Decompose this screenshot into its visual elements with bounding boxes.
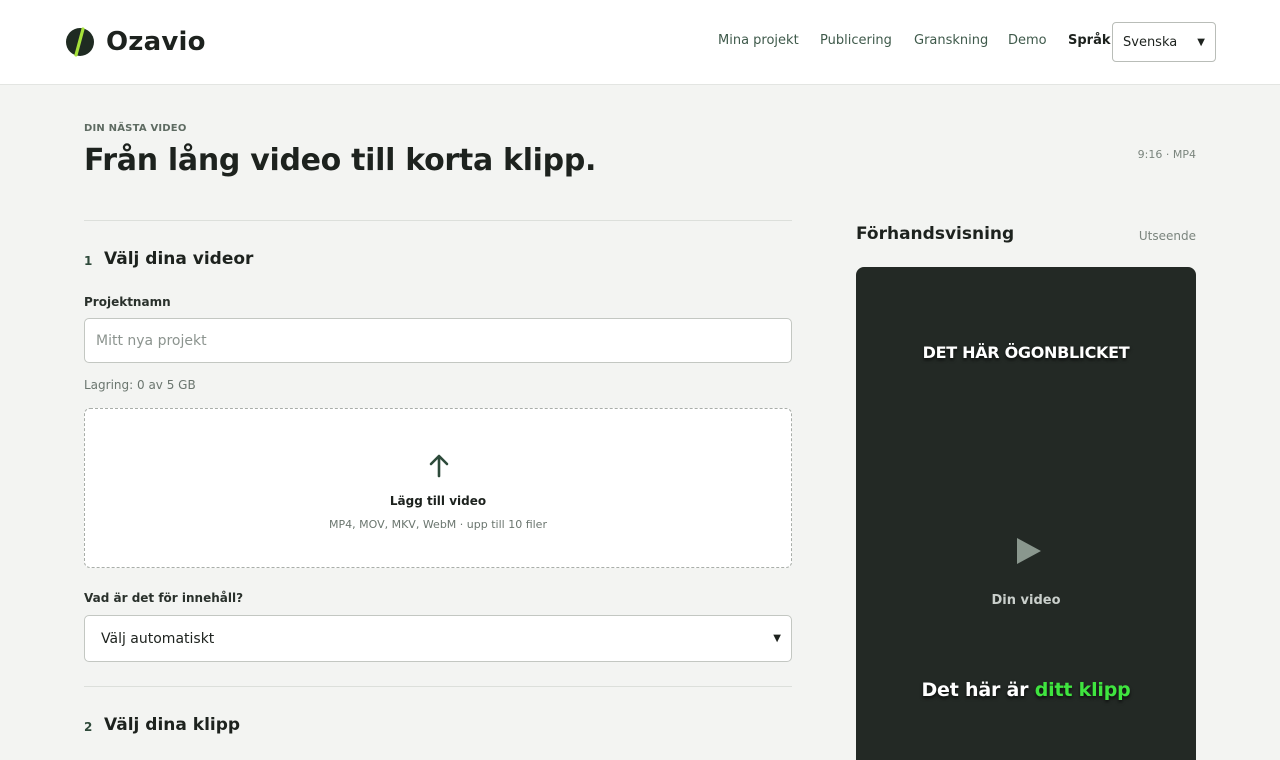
section-divider bbox=[84, 686, 792, 687]
language-label: Språk bbox=[1068, 33, 1111, 48]
page-eyebrow: DIN NÄSTA VIDEO bbox=[84, 123, 187, 134]
logo-icon bbox=[66, 27, 94, 57]
chevron-down-icon: ▼ bbox=[773, 633, 781, 644]
content-type-label: Vad är det för innehåll? bbox=[84, 591, 244, 605]
nav-link-granskning[interactable]: Granskning bbox=[914, 33, 988, 48]
project-name-placeholder: Mitt nya projekt bbox=[96, 332, 207, 349]
play-icon[interactable] bbox=[1013, 536, 1043, 566]
upload-title: Lägg till video bbox=[389, 494, 487, 508]
content-type-value: Välj automatiskt bbox=[101, 630, 215, 647]
chevron-down-icon: ▼ bbox=[1197, 36, 1205, 48]
app-name: Ozavio bbox=[106, 27, 206, 57]
language-value: Svenska bbox=[1123, 34, 1178, 50]
caption-bottom: Det här är ditt klipp bbox=[856, 679, 1196, 701]
nav-link-mina-projekt[interactable]: Mina projekt bbox=[718, 33, 799, 48]
section-divider bbox=[84, 220, 792, 221]
page-title: Från lång video till korta klipp. bbox=[84, 143, 597, 178]
storage-usage: Lagring: 0 av 5 GB bbox=[84, 378, 196, 392]
preview-title: Förhandsvisning bbox=[856, 224, 1015, 244]
project-name-input[interactable]: Mitt nya projekt bbox=[84, 318, 792, 363]
nav-link-publicering[interactable]: Publicering bbox=[820, 33, 892, 48]
video-placeholder-label: Din video bbox=[991, 593, 1061, 608]
step-number: 2 bbox=[84, 720, 93, 734]
content-type-select[interactable]: Välj automatiskt ▼ bbox=[84, 615, 792, 662]
caption-top: DET HÄR ÖGONBLICKET bbox=[922, 343, 1130, 362]
caption-highlight: ditt klipp bbox=[1034, 679, 1131, 701]
language-select[interactable]: Svenska ▼ bbox=[1112, 22, 1216, 62]
video-upload-dropzone[interactable]: Lägg till video MP4, MOV, MKV, WebM · up… bbox=[84, 408, 792, 568]
caption-bottom-text: Det här är bbox=[921, 679, 1029, 701]
logo[interactable]: Ozavio bbox=[64, 26, 206, 58]
upload-formats: MP4, MOV, MKV, WebM · upp till 10 filer bbox=[329, 518, 547, 531]
step-number: 1 bbox=[84, 254, 93, 268]
top-bar: Ozavio Mina projekt Publicering Granskni… bbox=[0, 0, 1280, 85]
video-preview: DET HÄR ÖGONBLICKET Din video Det här är… bbox=[856, 267, 1196, 760]
step-title: Välj dina videor bbox=[104, 249, 254, 269]
format-meta: 9:16 · MP4 bbox=[1137, 148, 1196, 161]
project-name-label: Projektnamn bbox=[84, 295, 171, 309]
arrow-up-icon bbox=[429, 454, 449, 478]
step-title: Välj dina klipp bbox=[104, 715, 241, 735]
appearance-link[interactable]: Utseende bbox=[1110, 229, 1196, 243]
nav-link-demo[interactable]: Demo bbox=[1008, 33, 1047, 48]
